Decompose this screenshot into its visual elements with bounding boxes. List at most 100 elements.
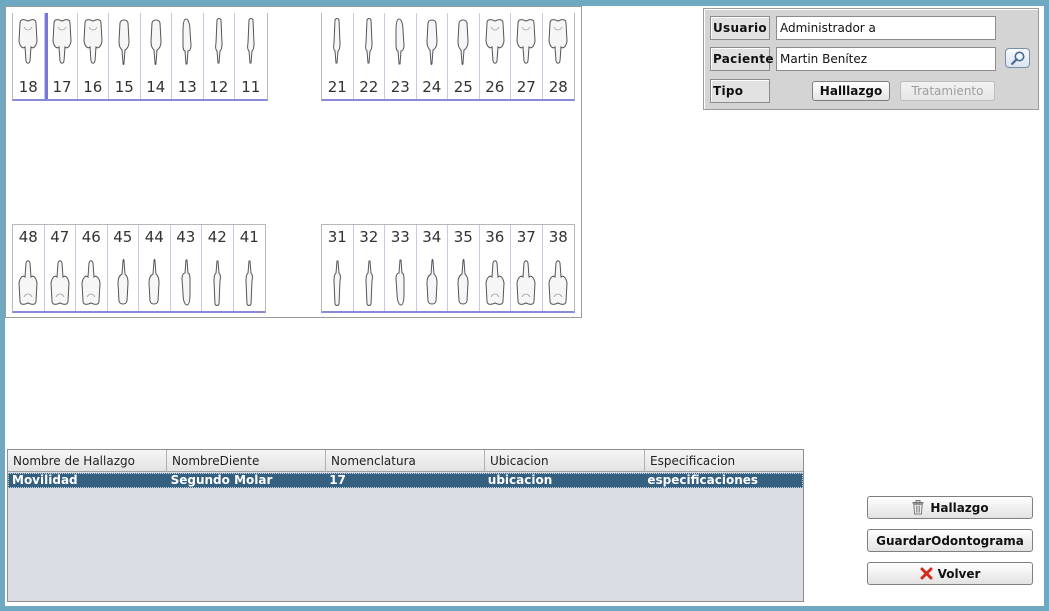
tooth-number: 47 — [50, 228, 70, 246]
tooth-22[interactable]: 22 — [354, 13, 385, 99]
tooth-number: 16 — [83, 78, 103, 96]
tooth-number: 38 — [548, 228, 568, 246]
quadrant-lower-left: 31 32 33 34 35 36 37 38 — [321, 224, 575, 313]
column-header[interactable]: Nombre de Hallazgo — [8, 450, 167, 472]
tooth-17[interactable]: 17 — [44, 13, 78, 99]
tooth-number: 13 — [177, 78, 197, 96]
tooth-37[interactable]: 37 — [511, 225, 543, 311]
column-header[interactable]: Nomenclatura — [326, 450, 485, 472]
findings-table: Nombre de Hallazgo NombreDiente Nomencla… — [7, 449, 804, 602]
tooth-18[interactable]: 18 — [13, 13, 45, 99]
tooth-icon — [426, 19, 438, 65]
tooth-34[interactable]: 34 — [417, 225, 448, 311]
tooth-number: 14 — [146, 78, 166, 96]
tooth-23[interactable]: 23 — [385, 13, 417, 99]
tooth-36[interactable]: 36 — [480, 225, 511, 311]
volver-button[interactable]: Volver — [867, 562, 1033, 585]
usuario-field[interactable]: Administrador a — [776, 16, 996, 40]
tooth-12[interactable]: 12 — [204, 13, 235, 99]
tooth-13[interactable]: 13 — [172, 13, 204, 99]
tooth-28[interactable]: 28 — [543, 13, 575, 99]
tooth-21[interactable]: 21 — [322, 13, 354, 99]
table-row[interactable]: Movilidad Segundo Molar 17 ubicacion esp… — [8, 473, 803, 488]
tooth-35[interactable]: 35 — [448, 225, 480, 311]
tooth-icon — [365, 260, 373, 306]
tooth-41[interactable]: 41 — [234, 225, 266, 311]
guardar-odontograma-label: GuardarOdontograma — [876, 533, 1024, 548]
table-cell: Movilidad — [12, 474, 78, 487]
guardar-odontograma-button[interactable]: GuardarOdontograma — [867, 529, 1033, 552]
tooth-44[interactable]: 44 — [139, 225, 171, 311]
close-icon — [920, 567, 933, 580]
tooth-number: 23 — [390, 78, 410, 96]
column-header[interactable]: Especificacion — [645, 450, 803, 472]
tooth-48[interactable]: 48 — [13, 225, 45, 311]
tooth-32[interactable]: 32 — [354, 225, 385, 311]
tooth-icon — [485, 19, 505, 64]
tooth-14[interactable]: 14 — [141, 13, 172, 99]
tooth-number: 34 — [422, 228, 442, 246]
tooth-number: 18 — [18, 78, 38, 96]
tooth-number: 37 — [516, 228, 536, 246]
tooth-24[interactable]: 24 — [417, 13, 448, 99]
table-cell: especificaciones — [647, 474, 759, 487]
tooth-number: 28 — [548, 78, 568, 96]
search-patient-button[interactable] — [1005, 48, 1030, 68]
delete-hallazgo-button[interactable]: Hallazgo — [867, 496, 1033, 519]
tooth-icon — [18, 260, 38, 305]
tooth-number: 25 — [453, 78, 473, 96]
tooth-27[interactable]: 27 — [511, 13, 543, 99]
tooth-icon — [52, 19, 72, 64]
tooth-number: 31 — [327, 228, 347, 246]
odontogram-window: 18 17 16 15 14 13 12 11 21 22 23 24 25 26 27 28 48 47 46… — [5, 6, 1044, 605]
tooth-16[interactable]: 16 — [78, 13, 109, 99]
tooth-icon — [457, 19, 469, 65]
tooth-number: 42 — [207, 228, 227, 246]
tooth-number: 27 — [516, 78, 536, 96]
tooth-15[interactable]: 15 — [109, 13, 141, 99]
tooth-icon — [181, 259, 191, 306]
tooth-25[interactable]: 25 — [448, 13, 480, 99]
table-cell: Segundo Molar — [170, 474, 273, 487]
tooth-icon — [516, 19, 536, 64]
column-header[interactable]: Ubicacion — [485, 450, 645, 472]
quadrant-upper-left: 21 22 23 24 25 26 27 28 — [321, 13, 575, 101]
tooth-icon — [117, 259, 129, 305]
tooth-31[interactable]: 31 — [322, 225, 354, 311]
quadrant-upper-right: 18 17 16 15 14 13 12 11 — [12, 13, 268, 101]
tooth-icon — [50, 260, 70, 305]
tooth-38[interactable]: 38 — [543, 225, 575, 311]
tooth-42[interactable]: 42 — [202, 225, 234, 311]
column-header[interactable]: NombreDiente — [167, 450, 326, 472]
tooth-number: 24 — [422, 78, 442, 96]
tooth-26[interactable]: 26 — [480, 13, 511, 99]
tooth-icon — [83, 19, 103, 64]
tooth-46[interactable]: 46 — [76, 225, 108, 311]
tooth-icon — [395, 18, 405, 65]
tooth-number: 46 — [81, 228, 101, 246]
tooth-number: 35 — [453, 228, 473, 246]
tooth-icon — [118, 19, 130, 65]
tooth-icon — [245, 260, 254, 306]
paciente-field[interactable]: Martin Benítez — [776, 47, 996, 71]
tooth-icon — [150, 19, 162, 65]
tipo-hallazgo-button[interactable]: Halllazgo — [812, 81, 890, 101]
tooth-number: 44 — [144, 228, 164, 246]
tooth-43[interactable]: 43 — [171, 225, 202, 311]
tipo-tratamiento-button[interactable]: Tratamiento — [900, 81, 995, 101]
tooth-47[interactable]: 47 — [45, 225, 76, 311]
tooth-number: 32 — [359, 228, 379, 246]
tooth-icon — [18, 19, 38, 64]
tooth-number: 45 — [113, 228, 133, 246]
tooth-45[interactable]: 45 — [108, 225, 139, 311]
tooth-11[interactable]: 11 — [235, 13, 267, 99]
usuario-label: Usuario — [710, 16, 770, 40]
table-header: Nombre de Hallazgo NombreDiente Nomencla… — [8, 450, 803, 472]
tooth-icon — [395, 259, 405, 306]
tooth-number: 26 — [485, 78, 505, 96]
tooth-icon — [213, 260, 222, 306]
tooth-33[interactable]: 33 — [385, 225, 417, 311]
tooth-number: 22 — [359, 78, 379, 96]
tooth-number: 21 — [327, 78, 347, 96]
tooth-number: 33 — [390, 228, 410, 246]
